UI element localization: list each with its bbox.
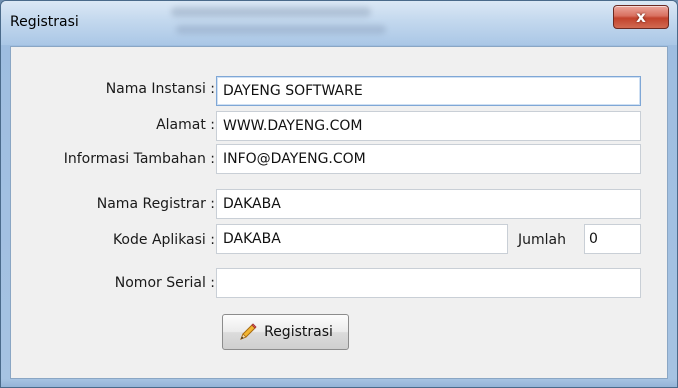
title-bar[interactable]: Registrasi x — [1, 1, 677, 45]
nomor-serial-field[interactable] — [216, 268, 641, 298]
registrasi-button[interactable]: Registrasi — [222, 314, 349, 350]
nama-instansi-field[interactable] — [216, 76, 641, 106]
registration-window: Registrasi x Nama Instansi : Alamat : In… — [0, 0, 678, 388]
nama-registrar-field[interactable] — [216, 189, 641, 219]
kode-aplikasi-label: Kode Aplikasi : — [112, 232, 215, 248]
registrasi-button-label: Registrasi — [264, 324, 333, 340]
close-button[interactable]: x — [613, 5, 669, 29]
form-panel: Nama Instansi : Alamat : Informasi Tamba… — [10, 46, 668, 379]
informasi-tambahan-label: Informasi Tambahan : — [63, 151, 215, 167]
kode-aplikasi-field[interactable] — [216, 224, 508, 254]
nomor-serial-label: Nomor Serial : — [114, 275, 215, 291]
alamat-label: Alamat : — [156, 117, 215, 133]
pencil-icon — [238, 322, 258, 342]
jumlah-label: Jumlah — [518, 232, 566, 248]
jumlah-field[interactable] — [584, 224, 641, 254]
nama-registrar-label: Nama Registrar : — [96, 196, 215, 212]
close-icon: x — [636, 8, 646, 26]
informasi-tambahan-field[interactable] — [216, 144, 641, 174]
window-title: Registrasi — [10, 14, 79, 30]
nama-instansi-label: Nama Instansi : — [105, 81, 215, 97]
blurred-background-text — [176, 25, 386, 34]
blurred-background-text — [171, 7, 371, 17]
alamat-field[interactable] — [216, 111, 641, 141]
window-bottom-border — [1, 379, 677, 387]
